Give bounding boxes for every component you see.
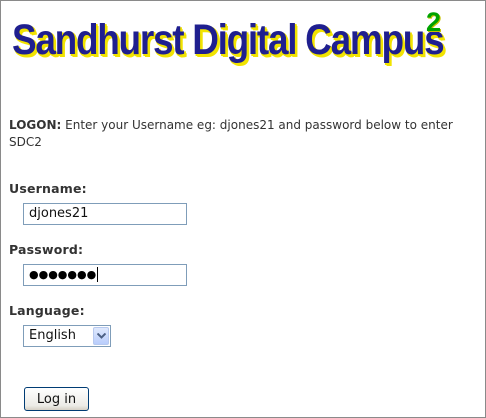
language-select[interactable]: English (23, 325, 111, 347)
logo-title: Sandhurst Digital Campus (12, 16, 445, 64)
password-value: ●●●●●●● (29, 268, 97, 281)
chevron-down-icon (97, 333, 106, 339)
login-button[interactable]: Log in (24, 387, 89, 411)
dropdown-button[interactable] (93, 327, 109, 345)
logon-text: Enter your Username eg: djones21 and pas… (9, 118, 453, 149)
username-value: djones21 (29, 206, 89, 221)
password-label: Password: (9, 242, 84, 257)
username-field[interactable]: djones21 (23, 203, 187, 225)
text-caret (97, 267, 99, 282)
page-frame: Sandhurst Digital Campus 2 LOGON: Enter … (0, 0, 486, 418)
site-logo: Sandhurst Digital Campus 2 (9, 7, 449, 87)
logon-instructions: LOGON: Enter your Username eg: djones21 … (9, 117, 485, 151)
language-selected: English (29, 328, 76, 343)
language-label: Language: (9, 303, 85, 318)
username-label: Username: (9, 181, 87, 196)
password-field[interactable]: ●●●●●●● (23, 264, 187, 286)
logo-superscript: 2 (426, 7, 442, 37)
logon-lead: LOGON: (9, 118, 62, 132)
